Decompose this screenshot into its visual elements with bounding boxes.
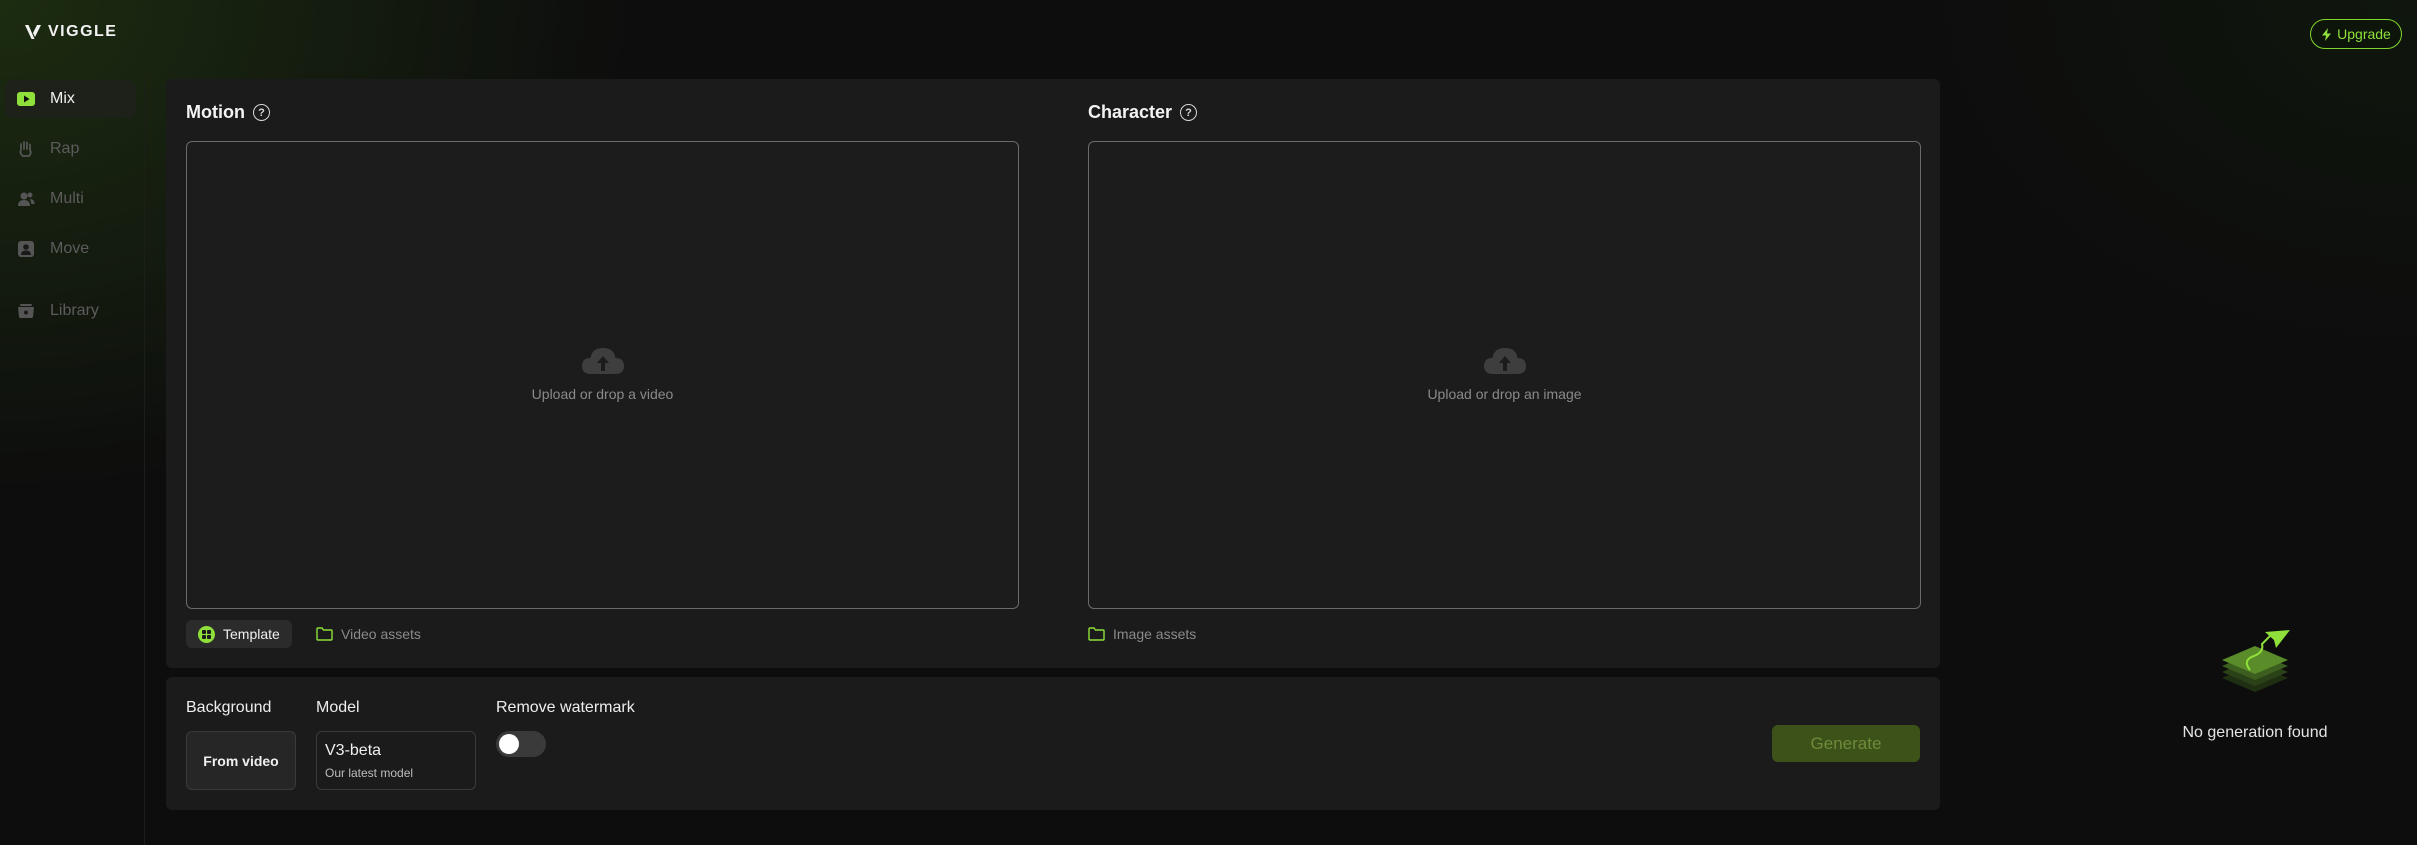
background-value: From video — [203, 752, 279, 769]
tab-template[interactable]: Template — [186, 620, 292, 648]
sidebar-item-mix[interactable]: Mix — [5, 80, 136, 118]
empty-history-text: No generation found — [2182, 724, 2328, 741]
lightning-icon — [2322, 27, 2332, 41]
character-dropzone[interactable]: Upload or drop an image — [1088, 141, 1921, 609]
background-select-button[interactable]: From video — [186, 731, 296, 790]
character-upload-text: Upload or drop an image — [1427, 386, 1582, 402]
upgrade-button[interactable]: Upgrade — [2310, 19, 2402, 49]
character-title: Character — [1088, 102, 1173, 122]
sidebar-item-label: Rap — [50, 140, 80, 157]
people-icon — [16, 190, 36, 208]
sidebar-item-label: Move — [50, 240, 90, 257]
motion-header: Motion ? — [186, 102, 270, 123]
library-icon — [16, 302, 36, 320]
motion-dropzone[interactable]: Upload or drop a video — [186, 141, 1019, 609]
sidebar-item-rap[interactable]: Rap — [5, 130, 136, 168]
app-root: VIGGLE Upgrade Mix Rap Multi Move Librar… — [0, 0, 2417, 845]
tab-template-label: Template — [223, 626, 280, 642]
sidebar-item-move[interactable]: Move — [5, 230, 136, 268]
folder-icon — [1088, 627, 1105, 641]
folder-icon — [316, 627, 333, 641]
help-icon[interactable]: ? — [252, 104, 270, 121]
cloud-upload-icon — [581, 348, 624, 374]
model-label: Model — [316, 699, 360, 716]
empty-stack-icon — [2222, 630, 2290, 692]
cloud-upload-icon — [1483, 348, 1526, 374]
sidebar-item-library[interactable]: Library — [5, 292, 136, 330]
generate-button[interactable]: Generate — [1772, 725, 1920, 762]
background-label: Background — [186, 699, 272, 716]
sidebar: Mix Rap Multi Move Library — [0, 78, 145, 845]
character-header: Character ? — [1088, 102, 1198, 123]
toggle-knob — [499, 734, 519, 754]
tab-video-assets-label: Video assets — [341, 626, 421, 642]
viggle-logo-icon — [25, 25, 41, 39]
person-box-icon — [16, 240, 36, 258]
tab-video-assets[interactable]: Video assets — [316, 620, 421, 648]
brand-name: VIGGLE — [48, 23, 118, 40]
motion-upload-text: Upload or drop a video — [531, 386, 674, 402]
upload-panel: Motion ? Upload or drop a video Template — [166, 79, 1940, 668]
remove-watermark-label: Remove watermark — [496, 699, 635, 716]
motion-dropzone-content: Upload or drop a video — [187, 342, 1018, 402]
hand-icon — [16, 140, 36, 158]
tab-image-assets-label: Image assets — [1113, 626, 1197, 642]
character-dropzone-content: Upload or drop an image — [1089, 342, 1920, 402]
help-icon[interactable]: ? — [1180, 104, 1198, 121]
play-icon — [16, 90, 36, 108]
sidebar-item-label: Multi — [50, 190, 84, 207]
model-select[interactable]: V3-beta Our latest model — [316, 731, 476, 790]
sidebar-item-label: Mix — [50, 90, 75, 107]
empty-history: No generation found — [2165, 630, 2345, 742]
sidebar-item-label: Library — [50, 302, 99, 319]
model-value: V3-beta — [325, 742, 382, 759]
model-description: Our latest model — [325, 766, 414, 780]
sidebar-item-multi[interactable]: Multi — [5, 180, 136, 218]
tab-image-assets[interactable]: Image assets — [1088, 620, 1196, 648]
upgrade-label: Upgrade — [2337, 26, 2391, 42]
template-icon — [198, 625, 215, 643]
remove-watermark-toggle[interactable] — [496, 731, 546, 757]
viggle-logo[interactable]: VIGGLE — [24, 23, 117, 41]
motion-title: Motion — [186, 102, 245, 122]
generate-label: Generate — [1810, 733, 1882, 753]
settings-panel: Background From video Model V3-beta Our … — [166, 677, 1940, 810]
